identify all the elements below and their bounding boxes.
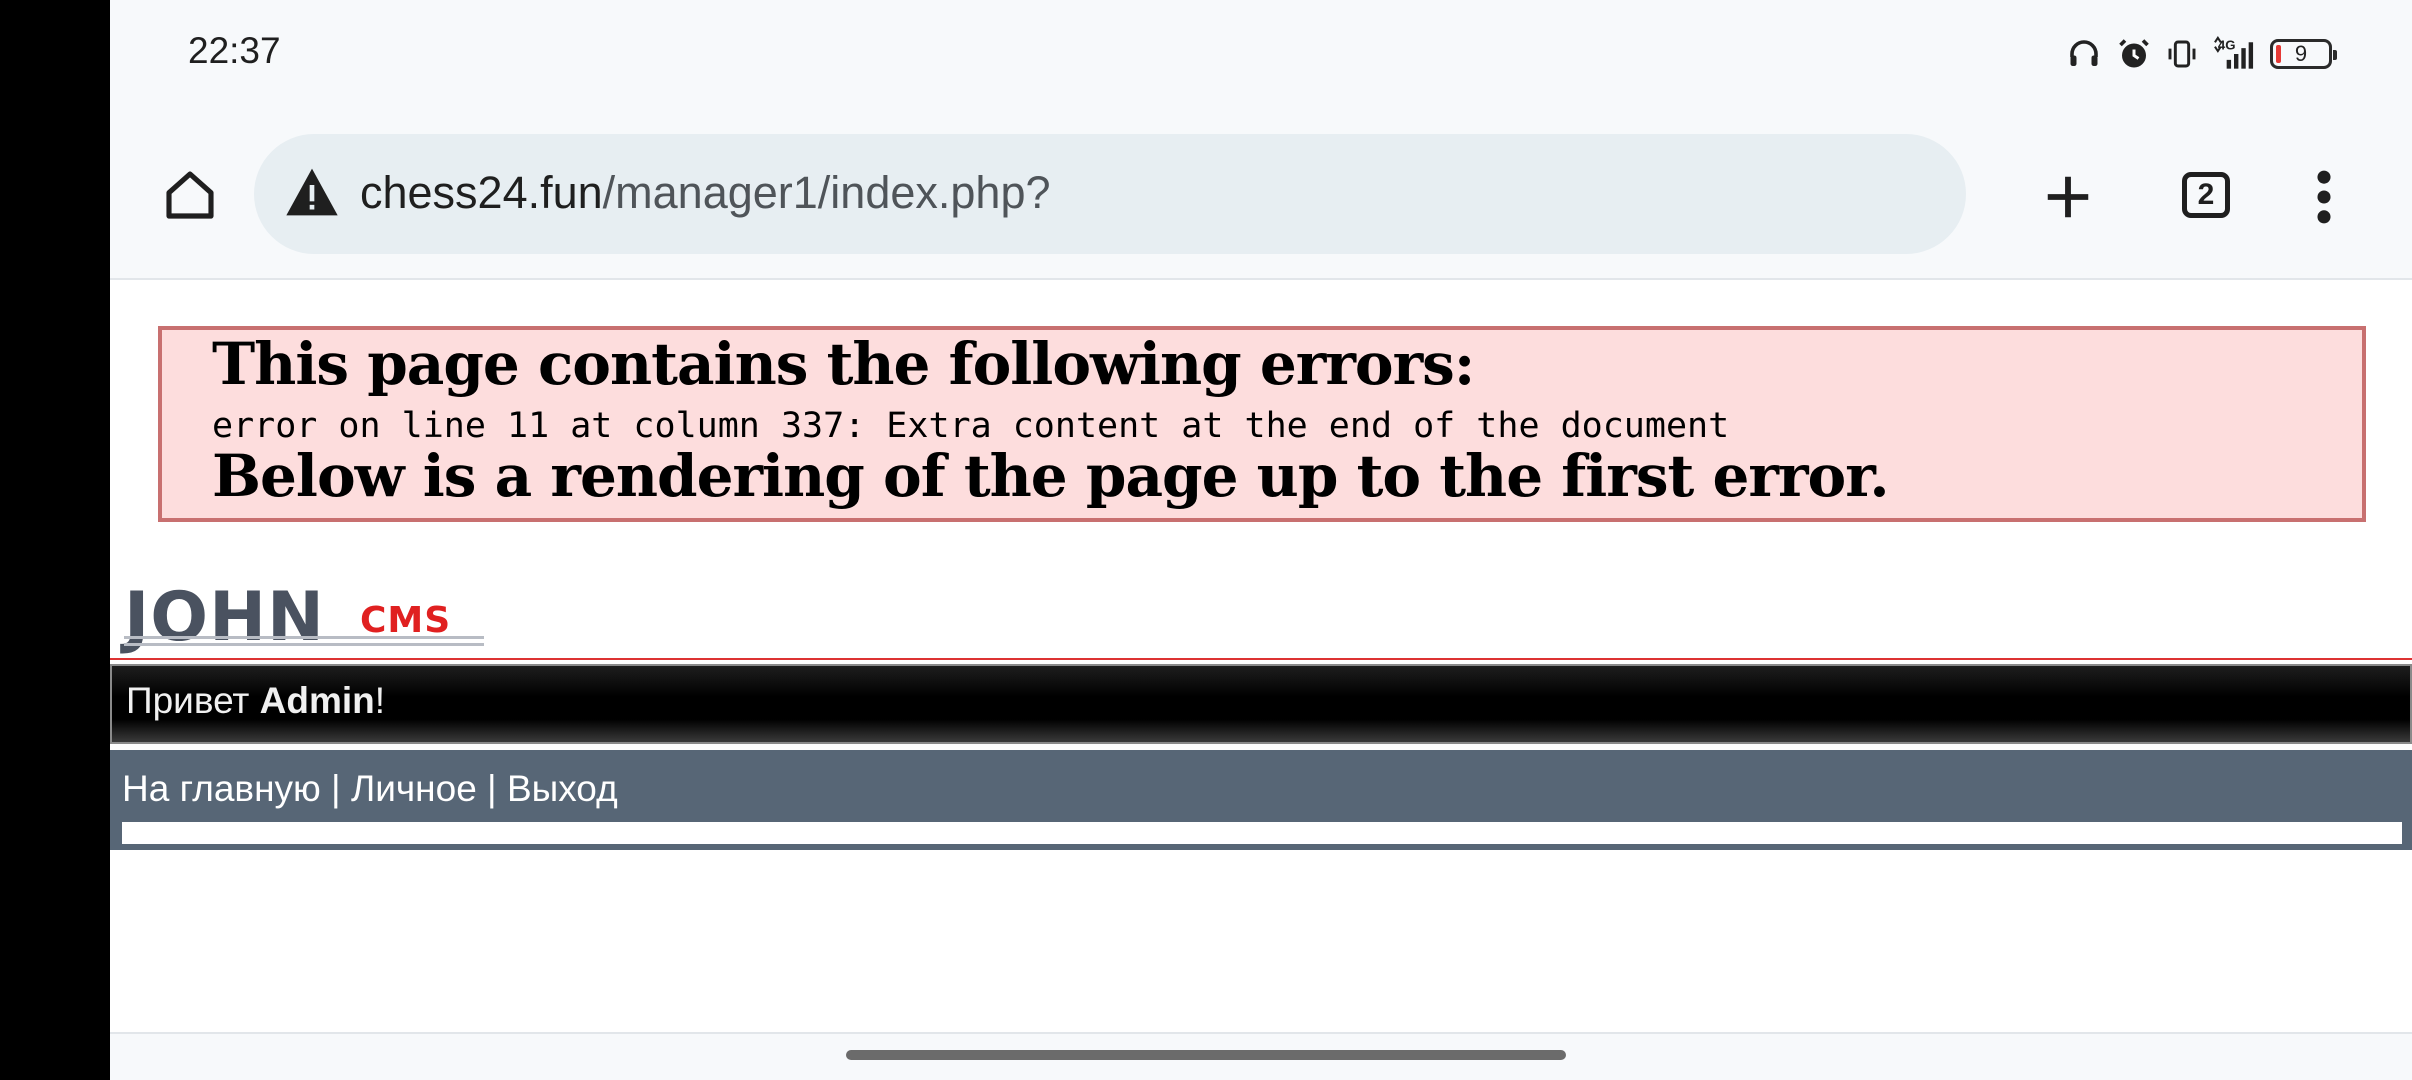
more-menu-button[interactable] — [2302, 162, 2346, 232]
url-bar[interactable]: chess24.fun/manager1/index.php? — [254, 134, 1966, 254]
nav-content-strip — [122, 822, 2402, 844]
error-title: This page contains the following errors: — [212, 330, 1475, 398]
battery-level: 9 — [2294, 41, 2308, 66]
headphones-icon — [2066, 36, 2102, 72]
tab-count: 2 — [2197, 178, 2215, 211]
home-button[interactable] — [152, 157, 228, 233]
more-vert-icon — [2317, 170, 2331, 224]
nav-personal-link[interactable]: Личное — [351, 768, 477, 809]
url-path: /manager1/index.php? — [602, 167, 1051, 218]
greeting-bar: Привет Admin! — [110, 664, 2412, 744]
browser-toolbar: chess24.fun/manager1/index.php? 2 — [110, 112, 2412, 280]
johncms-logo[interactable]: JOHN CMS — [124, 578, 504, 657]
url-host: chess24.fun — [360, 167, 603, 218]
battery-icon: 9 — [2270, 39, 2337, 69]
browser-screen: 22:37 4G 9 chess24.fun/manager1/index.ph… — [110, 0, 2412, 1080]
header-divider — [110, 658, 2412, 660]
status-bar: 22:37 4G 9 — [110, 0, 2412, 112]
greeting-user: Admin — [259, 680, 375, 721]
home-icon — [166, 171, 214, 219]
xml-error-box: This page contains the following errors:… — [158, 326, 2366, 522]
new-tab-button[interactable] — [2028, 157, 2108, 237]
nav-home-link[interactable]: На главную — [122, 768, 321, 809]
url-text[interactable]: chess24.fun/manager1/index.php? — [360, 167, 1051, 219]
vibrate-icon — [2166, 36, 2198, 72]
error-detail: error on line 11 at column 337: Extra co… — [212, 406, 1730, 446]
error-below-text: Below is a rendering of the page up to t… — [212, 442, 1890, 510]
greeting-text: Привет Admin! — [126, 680, 386, 721]
page-content: This page contains the following errors:… — [110, 280, 2412, 1032]
nav-bar: На главную | Личное | Выход — [110, 750, 2412, 850]
plus-icon — [2047, 176, 2089, 218]
nav-links: На главную | Личное | Выход — [122, 768, 618, 809]
gesture-bar — [110, 1032, 2412, 1080]
logo-cms: CMS — [360, 600, 452, 641]
status-time: 22:37 — [188, 30, 281, 71]
nav-logout-link[interactable]: Выход — [507, 768, 618, 809]
signal-4g-icon: 4G — [2212, 36, 2256, 72]
warning-icon[interactable] — [284, 166, 340, 222]
gesture-handle[interactable] — [846, 1050, 1566, 1060]
logo-reflection — [124, 636, 484, 656]
status-icons: 4G 9 — [2066, 34, 2337, 74]
svg-text:4G: 4G — [2218, 38, 2236, 53]
tabs-button[interactable]: 2 — [2182, 172, 2230, 218]
alarm-icon — [2116, 36, 2152, 72]
